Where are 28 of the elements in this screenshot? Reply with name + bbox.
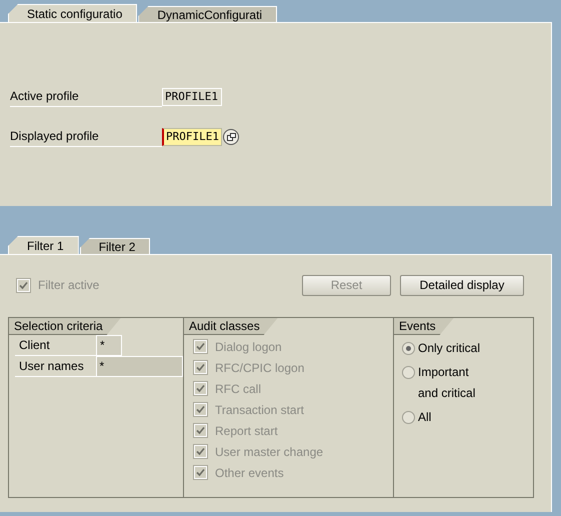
profile-field[interactable]: PROFILE1 xyxy=(162,128,222,146)
checkbox-label: Other events xyxy=(215,466,284,480)
radio-label: Important and critical xyxy=(418,364,476,402)
checkbox-label: Dialog logon xyxy=(215,340,282,354)
radio-button[interactable] xyxy=(402,342,415,355)
checkbox-label: Report start xyxy=(215,424,278,438)
radio-label: All xyxy=(418,409,432,426)
group-title: Events xyxy=(394,318,454,335)
tab[interactable]: DynamicConfigurati xyxy=(138,6,278,22)
checkbox-label: Transaction start xyxy=(215,402,304,416)
radio-label: Only critical xyxy=(418,340,482,357)
checkbox-label: Filter active xyxy=(38,278,100,292)
windows-icon xyxy=(226,133,236,141)
group-title: Audit classes xyxy=(184,318,278,335)
radio-button[interactable] xyxy=(402,366,415,379)
tab[interactable]: Filter 2 xyxy=(80,238,150,254)
group-title: Selection criteria xyxy=(9,318,121,335)
value-help-button[interactable] xyxy=(223,129,239,145)
input-field[interactable]: * xyxy=(96,335,122,356)
checkbox-label: RFC/CPIC logon xyxy=(215,360,304,374)
push-button[interactable]: Detailed display xyxy=(400,274,524,296)
tab[interactable]: Filter 1 xyxy=(8,236,79,254)
checkbox-label: RFC call xyxy=(215,382,262,396)
radio-button[interactable] xyxy=(402,411,415,424)
profile-field: PROFILE1 xyxy=(162,88,222,106)
input-field[interactable]: * xyxy=(96,356,183,377)
checkbox-label: User master change xyxy=(215,444,324,458)
tab[interactable]: Static configuratio xyxy=(8,4,138,22)
